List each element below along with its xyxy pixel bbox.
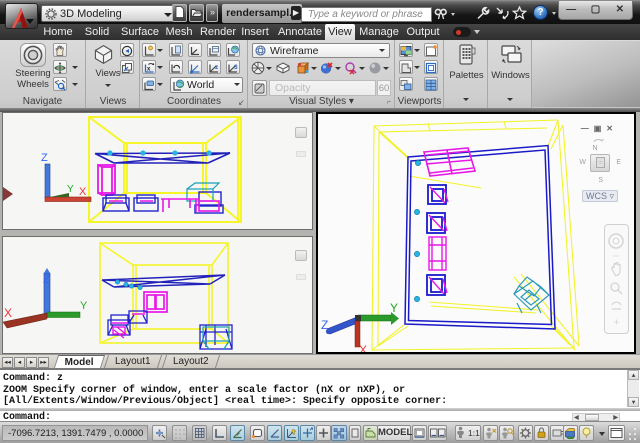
svg-text:X: X: [4, 306, 12, 320]
svg-text:z: z: [215, 64, 219, 71]
svg-text:Y: Y: [80, 300, 88, 312]
svg-text:Y: Y: [67, 184, 74, 195]
svg-text:X: X: [359, 343, 367, 352]
svg-text:3: 3: [234, 64, 238, 71]
svg-text:Y: Y: [390, 301, 398, 315]
svg-text:X: X: [79, 186, 87, 198]
svg-text:Z: Z: [41, 152, 48, 164]
svg-text:Z: Z: [43, 272, 50, 286]
svg-text:Z: Z: [321, 318, 328, 332]
